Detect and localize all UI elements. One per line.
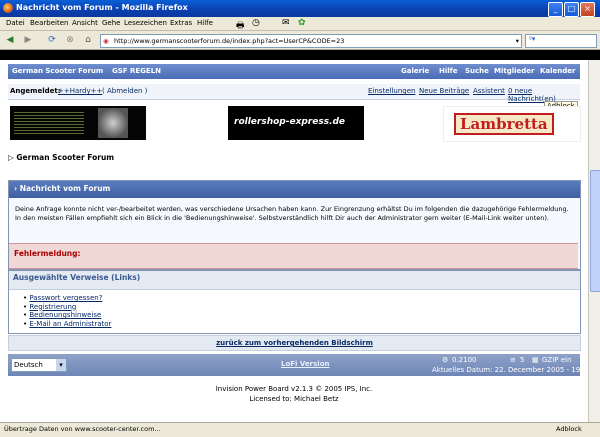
minimize-button[interactable]: _ [548,2,563,17]
banner-rollershop[interactable]: rollershop-express.de [228,106,364,140]
nav-link-forum[interactable]: German Scooter Forum [12,67,103,75]
settings-link[interactable]: Einstellungen [368,87,415,95]
url-text: http://www.germanscooterforum.de/index.p… [114,37,345,45]
error-box: Fehlermeldung: [9,243,578,269]
message-text: Deine Anfrage konnte nicht ver-/bearbeit… [15,205,569,222]
address-bar[interactable]: ◉ http://www.germanscooterforum.de/index… [100,34,522,48]
window-titlebar: Nachricht vom Forum - Mozilla Firefox _ … [0,0,600,17]
breadcrumb: ▷ German Scooter Forum [8,153,114,162]
back-bar: zurück zum vorhergehenden Bildschirm [8,335,581,351]
link-registration[interactable]: Registrierung [29,303,76,311]
firefox-icon [3,3,13,13]
scrollbar-thumb[interactable] [590,170,600,292]
maximize-button[interactable]: □ [564,2,579,17]
copyright: Invision Power Board v2.1.3 © 2005 IPS, … [0,385,588,403]
queries-icon: ≡ [510,356,516,364]
links-header: Ausgewählte Verweise (Links) [9,271,580,290]
user-bar: Angemeldet: ++Hardy++ ( Abmelden ) Einst… [8,84,580,111]
dropdown-arrow-icon[interactable]: ▾ [516,35,519,47]
banner-rollershop-text: rollershop-express.de [234,117,346,127]
link-help[interactable]: Bedienungshinweise [29,311,101,319]
nav-link-regeln[interactable]: GSF REGELN [112,67,161,75]
language-value: Deutsch [14,361,43,369]
back-link[interactable]: zurück zum vorhergehenden Bildschirm [216,339,373,347]
footer-bar: Deutsch ▾ LoFi Version ⚙ 0.2100 ≡ 5 ▦ GZ… [8,354,588,376]
forum-navbar: German Scooter Forum GSF REGELN Galerie … [8,64,580,79]
links-list: • Passwort vergessen? • Registrierung • … [23,294,111,328]
menu-gehe[interactable]: Gehe [102,19,120,27]
license-line: Licensed to: Michael Betz [249,395,339,403]
timer-icon: ⚙ [442,356,449,364]
web-page: German Scooter Forum GSF REGELN Galerie … [0,60,588,422]
logout-link[interactable]: ( Abmelden ) [102,87,147,95]
message-header-title: Nachricht vom Forum [19,184,111,193]
search-engine-icon[interactable]: ᵍ▾ [529,35,535,43]
menu-lesezeichen[interactable]: Lesezeichen [124,19,167,27]
window-title: Nachricht vom Forum - Mozilla Firefox [16,3,188,12]
message-header: › Nachricht vom Forum [9,181,580,198]
banner-lambretta[interactable]: Lambretta [443,106,581,142]
back-icon[interactable]: ◀ [4,34,16,46]
nav-link-mitglieder[interactable]: Mitglieder [494,67,534,75]
lofi-link[interactable]: LoFi Version [281,360,329,368]
nav-link-hilfe[interactable]: Hilfe [439,67,457,75]
queries-count: 5 [520,356,525,364]
list-item: • Registrierung [23,302,77,311]
username-link[interactable]: ++Hardy++ [58,87,102,95]
link-email-admin[interactable]: E-Mail an Administrator [29,320,111,328]
stop-icon[interactable]: ⊗ [64,34,76,46]
banner-left[interactable] [10,106,146,140]
mail-icon[interactable]: ✉ [282,18,290,28]
menu-extras[interactable]: Extras [170,19,192,27]
list-item: • Passwort vergessen? [23,294,103,302]
new-posts-link[interactable]: Neue Beiträge [419,87,469,95]
page-favicon: ◉ [103,37,109,45]
clock-icon[interactable]: ◷ [252,18,260,28]
bookmarks-bar [0,50,600,60]
status-adblock[interactable]: Adblock [556,425,582,433]
menu-hilfe[interactable]: Hilfe [197,19,213,27]
nav-link-galerie[interactable]: Galerie [401,67,429,75]
reload-icon[interactable]: ⟳ [46,34,58,46]
home-icon[interactable]: ⌂ [82,34,94,46]
link-password-forgot[interactable]: Passwort vergessen? [29,294,102,302]
current-date: Aktuelles Datum: 22. December 2005 - 19:… [432,366,588,374]
navigation-toolbar: ◀ ▶ ⟳ ⊗ ⌂ ◉ http://www.germanscooterforu… [0,31,600,50]
menu-datei[interactable]: Datei [6,19,25,27]
gzip-status: GZIP ein [542,356,572,364]
menu-ansicht[interactable]: Ansicht [72,19,98,27]
vertical-scrollbar[interactable] [588,60,600,422]
breadcrumb-link[interactable]: German Scooter Forum [16,153,114,162]
status-text: Übertrage Daten von www.scooter-center.c… [4,425,161,433]
message-box: › Nachricht vom Forum Deine Anfrage konn… [8,180,581,270]
assistant-link[interactable]: Assistent [473,87,505,95]
language-dropdown-icon[interactable]: ▾ [56,359,66,371]
search-input[interactable]: ᵍ▾ [525,34,597,48]
menubar: Datei Bearbeiten Ansicht Gehe Lesezeiche… [0,17,600,31]
list-item: • E-Mail an Administrator [23,319,112,328]
addon-icon[interactable]: ✿ [298,18,306,28]
nav-link-suche[interactable]: Suche [465,67,489,75]
forward-icon[interactable]: ▶ [22,34,34,46]
error-label: Fehlermeldung: [14,249,81,258]
language-select[interactable]: Deutsch ▾ [11,358,67,372]
gzip-icon: ▦ [532,356,539,364]
links-box: Ausgewählte Verweise (Links) • Passwort … [8,270,581,334]
exec-time: 0.2100 [452,356,477,364]
menu-bearbeiten[interactable]: Bearbeiten [30,19,68,27]
nav-link-kalender[interactable]: Kalender [540,67,576,75]
list-item: • Bedienungshinweise [23,311,102,319]
logged-in-label: Angemeldet: [10,87,61,95]
statusbar: Übertrage Daten von www.scooter-center.c… [0,422,600,437]
copyright-line: Invision Power Board v2.1.3 © 2005 IPS, … [215,385,373,393]
banner-lambretta-text: Lambretta [454,113,554,135]
close-button[interactable]: × [580,2,595,17]
